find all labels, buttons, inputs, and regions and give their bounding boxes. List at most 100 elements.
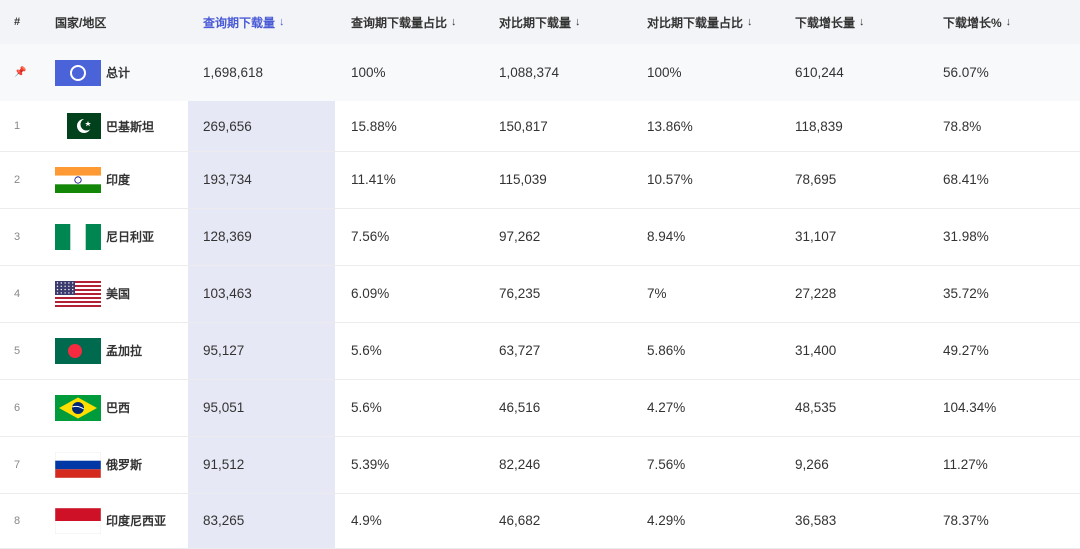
pin-icon: 📌 — [14, 44, 38, 101]
cell-growth-pct: 35.72% — [943, 286, 989, 301]
cell-compare-share: 4.29% — [647, 513, 686, 528]
cell-query-downloads: 128,369 — [203, 229, 252, 244]
sort-arrow-icon: ↓ — [575, 16, 581, 28]
cell-compare-downloads: 63,727 — [499, 343, 541, 358]
cell-compare-share: 10.57% — [647, 172, 693, 187]
header-index: # — [14, 16, 21, 28]
row-country: 孟加拉 — [55, 322, 188, 379]
cell-query-downloads: 103,463 — [203, 286, 252, 301]
cell-growth: 48,535 — [795, 400, 837, 415]
country-name: 巴基斯坦 — [106, 119, 155, 134]
cell-query-share: 6.09% — [351, 286, 390, 301]
cell-query-share: 5.6% — [351, 400, 382, 415]
table-row[interactable]: 5 孟加拉 95,127 5.6% 63,727 5.86% 31,400 49.27% — [0, 322, 1080, 380]
summary-name: 总计 — [106, 66, 131, 80]
cell-query-downloads: 91,512 — [203, 457, 245, 472]
header-compare-share-label: 对比期下载量占比 — [647, 15, 744, 30]
country-name: 俄罗斯 — [106, 458, 143, 472]
cell-compare-share: 8.94% — [647, 229, 686, 244]
summary-query-downloads: 1,698,618 — [203, 65, 264, 80]
row-index: 1 — [14, 120, 21, 132]
usa-flag-icon — [55, 280, 101, 307]
country-name: 印度尼西亚 — [106, 514, 167, 528]
cell-query-share: 11.41% — [351, 172, 396, 187]
table-row[interactable]: 8 印度尼西亚 83,265 4.9% 46,682 4.29% 36,583 78.37% — [0, 493, 1080, 549]
country-name: 美国 — [106, 287, 131, 301]
header-growth-label: 下载增长量 — [795, 15, 856, 30]
row-country: 尼日利亚 — [55, 208, 188, 265]
summary-country: 总计 — [55, 44, 188, 101]
row-country: 美国 — [55, 265, 188, 322]
header-query-share-label: 查询期下载量占比 — [351, 15, 448, 30]
table-row[interactable]: 6 巴西 95,051 5.6% 46,516 4.27% 48,535 104.34% — [0, 379, 1080, 437]
cell-compare-downloads: 76,235 — [499, 286, 541, 301]
cell-query-downloads: 269,656 — [203, 118, 252, 134]
india-flag-icon — [55, 166, 101, 193]
sort-arrow-icon: ↓ — [859, 16, 865, 28]
indonesia-flag-icon — [55, 507, 101, 534]
cell-query-downloads: 95,051 — [203, 400, 245, 415]
nigeria-flag-icon — [55, 223, 101, 250]
header-compare-downloads-label: 对比期下载量 — [499, 15, 572, 30]
cell-compare-downloads: 150,817 — [499, 118, 548, 134]
cell-compare-downloads: 115,039 — [499, 172, 547, 187]
table-header: # 国家/地区 查询期下载量 ↓ 查询期下载量占比 ↓ 对比期下载量 ↓ 对比期… — [0, 0, 1080, 44]
row-country: 印度 — [55, 151, 188, 208]
cell-growth-pct: 49.27% — [943, 343, 989, 358]
cell-growth: 36,583 — [795, 513, 837, 528]
row-index: 5 — [14, 344, 21, 357]
cell-query-share: 7.56% — [351, 229, 390, 244]
table-row[interactable]: 7 俄罗斯 91,512 5.39% 82,246 7.56% 9,266 11.27% — [0, 436, 1080, 494]
cell-query-share: 15.88% — [351, 118, 397, 134]
cell-growth-pct: 31.98% — [943, 229, 989, 244]
header-query-share[interactable]: 查询期下载量占比 ↓ — [351, 0, 491, 44]
row-country: 印度尼西亚 — [55, 493, 188, 548]
row-country: 俄罗斯 — [55, 436, 188, 493]
cell-compare-downloads: 46,682 — [499, 513, 541, 528]
cell-growth: 31,400 — [795, 343, 837, 358]
cell-compare-downloads: 46,516 — [499, 400, 541, 415]
cell-query-share: 4.9% — [351, 513, 382, 528]
header-growth-pct[interactable]: 下载增长% ↓ — [943, 0, 1080, 44]
row-country: 巴西 — [55, 379, 188, 436]
summary-query-share: 100% — [351, 65, 386, 80]
summary-row: 📌 总计 1,698,618 100% 1,088,374 100% 610,2… — [0, 44, 1080, 101]
header-compare-downloads[interactable]: 对比期下载量 ↓ — [499, 0, 639, 44]
summary-compare-share: 100% — [647, 65, 682, 80]
header-country[interactable]: 国家/地区 — [55, 0, 188, 44]
russia-flag-icon — [55, 451, 101, 478]
cell-compare-downloads: 97,262 — [499, 229, 541, 244]
summary-growth: 610,244 — [795, 65, 844, 80]
header-compare-share[interactable]: 对比期下载量占比 ↓ — [647, 0, 787, 44]
sort-arrow-icon: ↓ — [747, 16, 753, 28]
country-name: 孟加拉 — [106, 344, 143, 358]
table-row[interactable]: 2 印度 193,734 11.41% 115,039 10.57% 78,695 68.41… — [0, 151, 1080, 209]
table-row[interactable]: 1 巴基斯坦 269,656 15.88% 150,817 13.86% 118,839 78… — [0, 101, 1080, 152]
row-index: 8 — [14, 514, 21, 527]
cell-compare-share: 13.86% — [647, 118, 693, 134]
sort-arrow-icon: ↓ — [451, 16, 457, 28]
country-name: 印度 — [106, 173, 131, 187]
cell-compare-share: 4.27% — [647, 400, 686, 415]
cell-query-downloads: 193,734 — [203, 172, 252, 187]
cell-compare-share: 7% — [647, 286, 667, 301]
header-query-downloads[interactable]: 查询期下载量 ↓ — [203, 0, 323, 44]
cell-growth-pct: 11.27% — [943, 457, 988, 472]
summary-compare-downloads: 1,088,374 — [499, 65, 560, 80]
cell-compare-share: 5.86% — [647, 343, 686, 358]
cell-query-share: 5.6% — [351, 343, 382, 358]
header-query-downloads-label: 查询期下载量 — [203, 15, 276, 30]
cell-compare-downloads: 82,246 — [499, 457, 541, 472]
cell-growth-pct: 78.37% — [943, 513, 989, 528]
header-growth[interactable]: 下载增长量 ↓ — [795, 0, 935, 44]
country-name: 巴西 — [106, 401, 131, 415]
cell-growth: 27,228 — [795, 286, 837, 301]
table-row[interactable]: 4 美国 103,463 6.09% 76,235 7% 27,228 35.72% — [0, 265, 1080, 323]
cell-query-share: 5.39% — [351, 457, 390, 472]
header-growth-pct-label: 下载增长% — [943, 15, 1002, 30]
table-row[interactable]: 3 尼日利亚 128,369 7.56% 97,262 8.94% 31,107 31.98% — [0, 208, 1080, 266]
cell-growth-pct: 78.8% — [943, 118, 982, 134]
cell-growth: 118,839 — [795, 118, 843, 134]
cell-query-downloads: 83,265 — [203, 513, 245, 528]
row-index: 6 — [14, 401, 21, 414]
